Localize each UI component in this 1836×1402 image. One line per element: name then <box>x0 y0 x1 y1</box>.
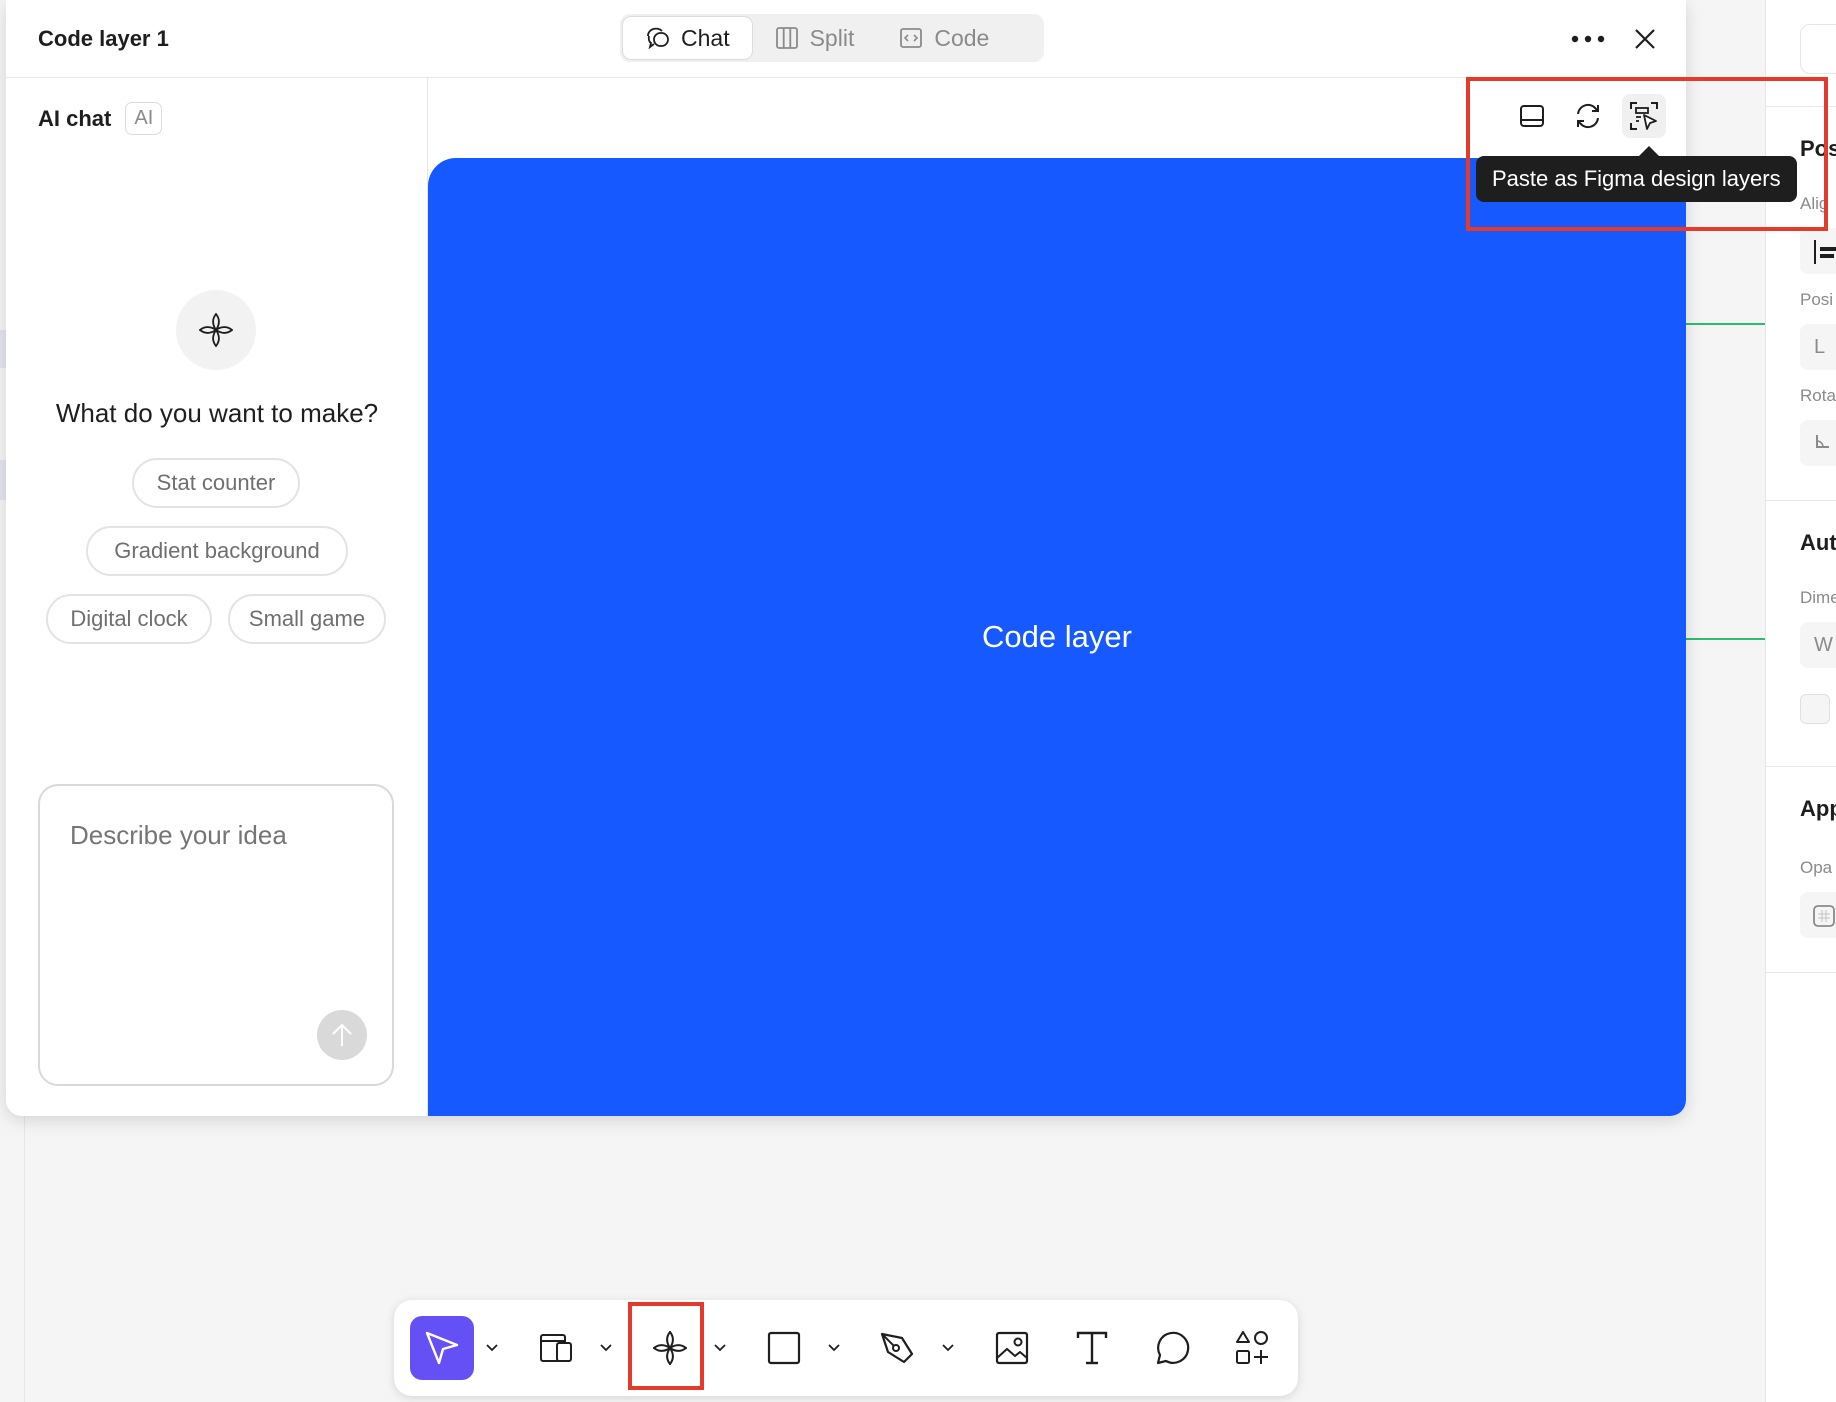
label-opacity: Opa <box>1800 858 1833 877</box>
code-layer-preview[interactable]: Code layer <box>428 158 1686 1116</box>
arrow-up-icon <box>332 1023 352 1046</box>
chat-icon <box>647 27 669 50</box>
label-dimensions: Dime <box>1800 588 1836 607</box>
rectangle-icon <box>767 1331 801 1365</box>
suggestion-chip-digital-clock[interactable]: Digital clock <box>46 594 212 644</box>
code-layer-label: Code layer <box>982 619 1132 654</box>
tab-chat[interactable]: Chat <box>623 17 752 59</box>
bottom-toolbar <box>394 1300 1298 1396</box>
panel-divider <box>1766 106 1836 107</box>
ai-chat-panel: AI chat AI What do you want to make? Sta… <box>6 78 428 1116</box>
window-title: Code layer 1 <box>38 26 169 51</box>
section-title-position: Pos <box>1800 136 1836 161</box>
position-x-prefix: L <box>1814 336 1826 358</box>
image-icon <box>995 1331 1029 1365</box>
close-window-button[interactable] <box>1626 20 1664 58</box>
move-tool-dropdown[interactable] <box>482 1338 502 1358</box>
paste-design-layers-tooltip: Paste as Figma design layers <box>1476 156 1797 202</box>
shapes-actions-icon <box>1236 1331 1268 1364</box>
tab-split-label: Split <box>809 24 855 51</box>
panel-divider <box>1766 500 1836 501</box>
window-header: Code layer 1 Chat Split Code <box>6 0 1686 78</box>
code-preview-area: Code layer <box>428 78 1686 1116</box>
opacity-icon <box>1813 905 1835 927</box>
tab-code-label: Code <box>934 24 990 51</box>
properties-panel: Pos Alig Posi L Rota Aut Dime W App Opa <box>1765 0 1836 1402</box>
frame-tool-dropdown[interactable] <box>596 1338 616 1358</box>
paste-design-layers-icon <box>1630 102 1658 130</box>
refresh-preview-button[interactable] <box>1566 94 1610 138</box>
chevron-down-icon <box>600 1344 612 1352</box>
section-title-auto-layout: Aut <box>1800 530 1836 555</box>
chevron-down-icon <box>714 1344 726 1352</box>
ai-badge: AI <box>125 102 163 135</box>
actions-tool-button[interactable] <box>1220 1316 1284 1380</box>
ai-spark-avatar <box>176 290 256 370</box>
frame-devices-icon <box>540 1334 572 1362</box>
more-dots-icon <box>1571 35 1605 43</box>
chevron-down-icon <box>942 1344 954 1352</box>
chat-prompt-question: What do you want to make? <box>55 398 379 428</box>
align-left-icon <box>1814 240 1836 264</box>
rotation-field[interactable] <box>1800 420 1836 466</box>
tab-code[interactable]: Code <box>876 17 1011 59</box>
label-position: Posi <box>1800 290 1834 309</box>
close-icon <box>1635 29 1655 49</box>
opacity-field[interactable] <box>1800 892 1836 938</box>
rectangle-tool-dropdown[interactable] <box>824 1338 844 1358</box>
pen-tool-button[interactable] <box>866 1316 930 1380</box>
rectangle-tool-button[interactable] <box>752 1316 816 1380</box>
tab-split[interactable]: Split <box>752 17 877 59</box>
smart-guide-line <box>1686 638 1766 640</box>
tab-chat-label: Chat <box>681 24 730 51</box>
code-icon <box>900 28 923 48</box>
cursor-arrow-icon <box>425 1331 459 1365</box>
suggestion-chip-small-game[interactable]: Small game <box>228 594 386 644</box>
ai-spark-icon <box>653 1331 687 1365</box>
frame-tool-button[interactable] <box>524 1316 588 1380</box>
ai-spark-tool-button[interactable] <box>638 1316 702 1380</box>
text-tool-button[interactable] <box>1060 1316 1124 1380</box>
chevron-down-icon <box>828 1344 840 1352</box>
align-left-button[interactable] <box>1800 228 1836 274</box>
label-alignment: Alig <box>1800 194 1829 213</box>
toggle-bottom-panel-button[interactable] <box>1510 94 1554 138</box>
section-title-appearance: App <box>1800 796 1836 821</box>
chevron-down-icon <box>486 1344 498 1352</box>
panel-bottom-icon <box>1520 105 1544 127</box>
image-tool-button[interactable] <box>980 1316 1044 1380</box>
refresh-icon <box>1577 103 1599 129</box>
text-icon <box>1076 1331 1108 1365</box>
ai-spark-icon <box>199 313 233 347</box>
more-options-button[interactable] <box>1566 22 1610 56</box>
canvas-frame-edge <box>24 1110 25 1402</box>
panel-top-control[interactable] <box>1800 24 1836 74</box>
width-prefix: W <box>1814 634 1833 656</box>
pen-tool-dropdown[interactable] <box>938 1338 958 1358</box>
split-columns-icon <box>775 27 798 49</box>
ai-spark-tool-dropdown[interactable] <box>710 1338 730 1358</box>
suggestion-chip-stat-counter[interactable]: Stat counter <box>132 458 300 508</box>
label-rotation: Rota <box>1800 386 1836 405</box>
paste-as-design-layers-button[interactable] <box>1622 94 1666 138</box>
panel-divider <box>1766 972 1836 973</box>
code-layer-window: Code layer 1 Chat Split Code AI chat AI … <box>6 0 1686 1116</box>
panel-divider <box>1766 766 1836 767</box>
smart-guide-line <box>1686 323 1766 325</box>
chat-header: AI chat AI <box>38 102 163 135</box>
position-x-field[interactable]: L <box>1800 324 1836 370</box>
view-mode-switcher: Chat Split Code <box>620 14 1044 62</box>
pen-icon <box>880 1332 914 1364</box>
constrain-checkbox[interactable] <box>1800 694 1830 724</box>
suggestion-chip-gradient-background[interactable]: Gradient background <box>86 526 348 576</box>
send-button[interactable] <box>317 1010 367 1060</box>
move-tool-button[interactable] <box>410 1316 474 1380</box>
comment-tool-button[interactable] <box>1140 1316 1204 1380</box>
chat-title: AI chat <box>38 105 112 131</box>
angle-icon <box>1816 435 1829 448</box>
width-field[interactable]: W <box>1800 622 1836 668</box>
comment-icon <box>1156 1331 1190 1365</box>
